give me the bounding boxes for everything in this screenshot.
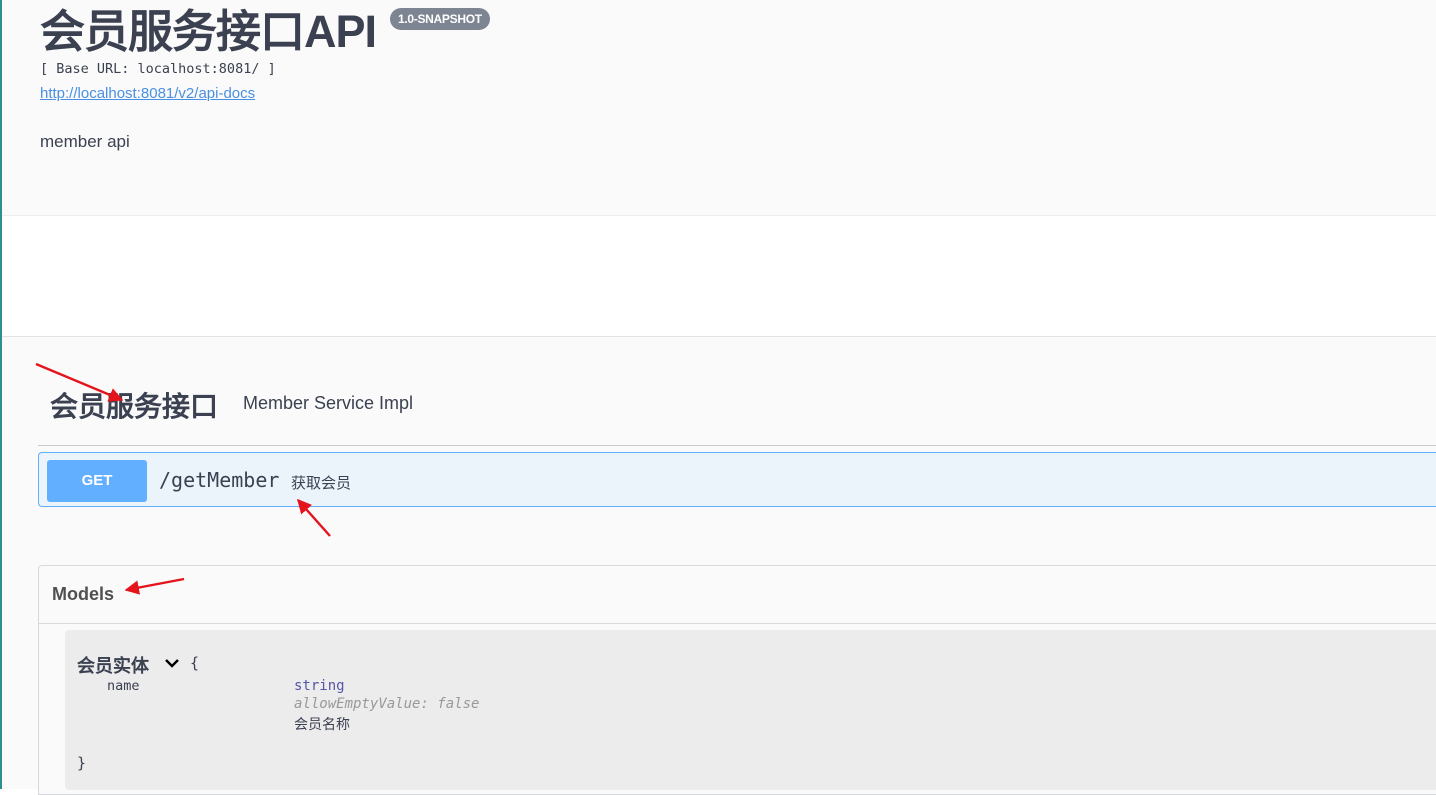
scheme-container xyxy=(2,216,1436,337)
tag-description: Member Service Impl xyxy=(243,393,414,413)
api-docs-link[interactable]: http://localhost:8081/v2/api-docs xyxy=(40,85,255,102)
property-name: name xyxy=(107,678,140,694)
version-badge: 1.0-SNAPSHOT xyxy=(390,8,490,30)
operations-section: 会员服务接口 Member Service Impl GET /getMembe… xyxy=(2,337,1436,795)
model-brace-open: { xyxy=(190,654,200,672)
models-header[interactable]: Models xyxy=(39,566,1436,624)
operation-summary: 获取会员 xyxy=(291,475,352,492)
operation-get-getmember[interactable]: GET /getMember 获取会员 xyxy=(38,452,1436,507)
chevron-down-icon[interactable] xyxy=(163,654,181,672)
model-name[interactable]: 会员实体 xyxy=(77,652,149,678)
property-type: string xyxy=(294,678,345,694)
property-description: 会员名称 xyxy=(294,716,350,732)
tag-divider xyxy=(38,445,1436,446)
property-allow-empty: allowEmptyValue: false xyxy=(294,696,480,712)
api-description: member api xyxy=(40,132,130,151)
base-url: [ Base URL: localhost:8081/ ] xyxy=(40,61,276,77)
model-container: 会员实体 { name string allowEmptyValue: fals… xyxy=(65,630,1436,790)
method-badge-get: GET xyxy=(47,460,147,502)
operation-path: /getMember xyxy=(159,468,280,492)
page-title: 会员服务接口API xyxy=(40,6,377,57)
model-brace-close: } xyxy=(77,754,87,772)
tag-title[interactable]: 会员服务接口 xyxy=(50,385,218,425)
info-section: 会员服务接口API 1.0-SNAPSHOT [ Base URL: local… xyxy=(2,0,1436,216)
models-title: Models xyxy=(52,584,115,604)
models-section: Models 会员实体 { name string allowEmptyValu… xyxy=(38,565,1436,795)
